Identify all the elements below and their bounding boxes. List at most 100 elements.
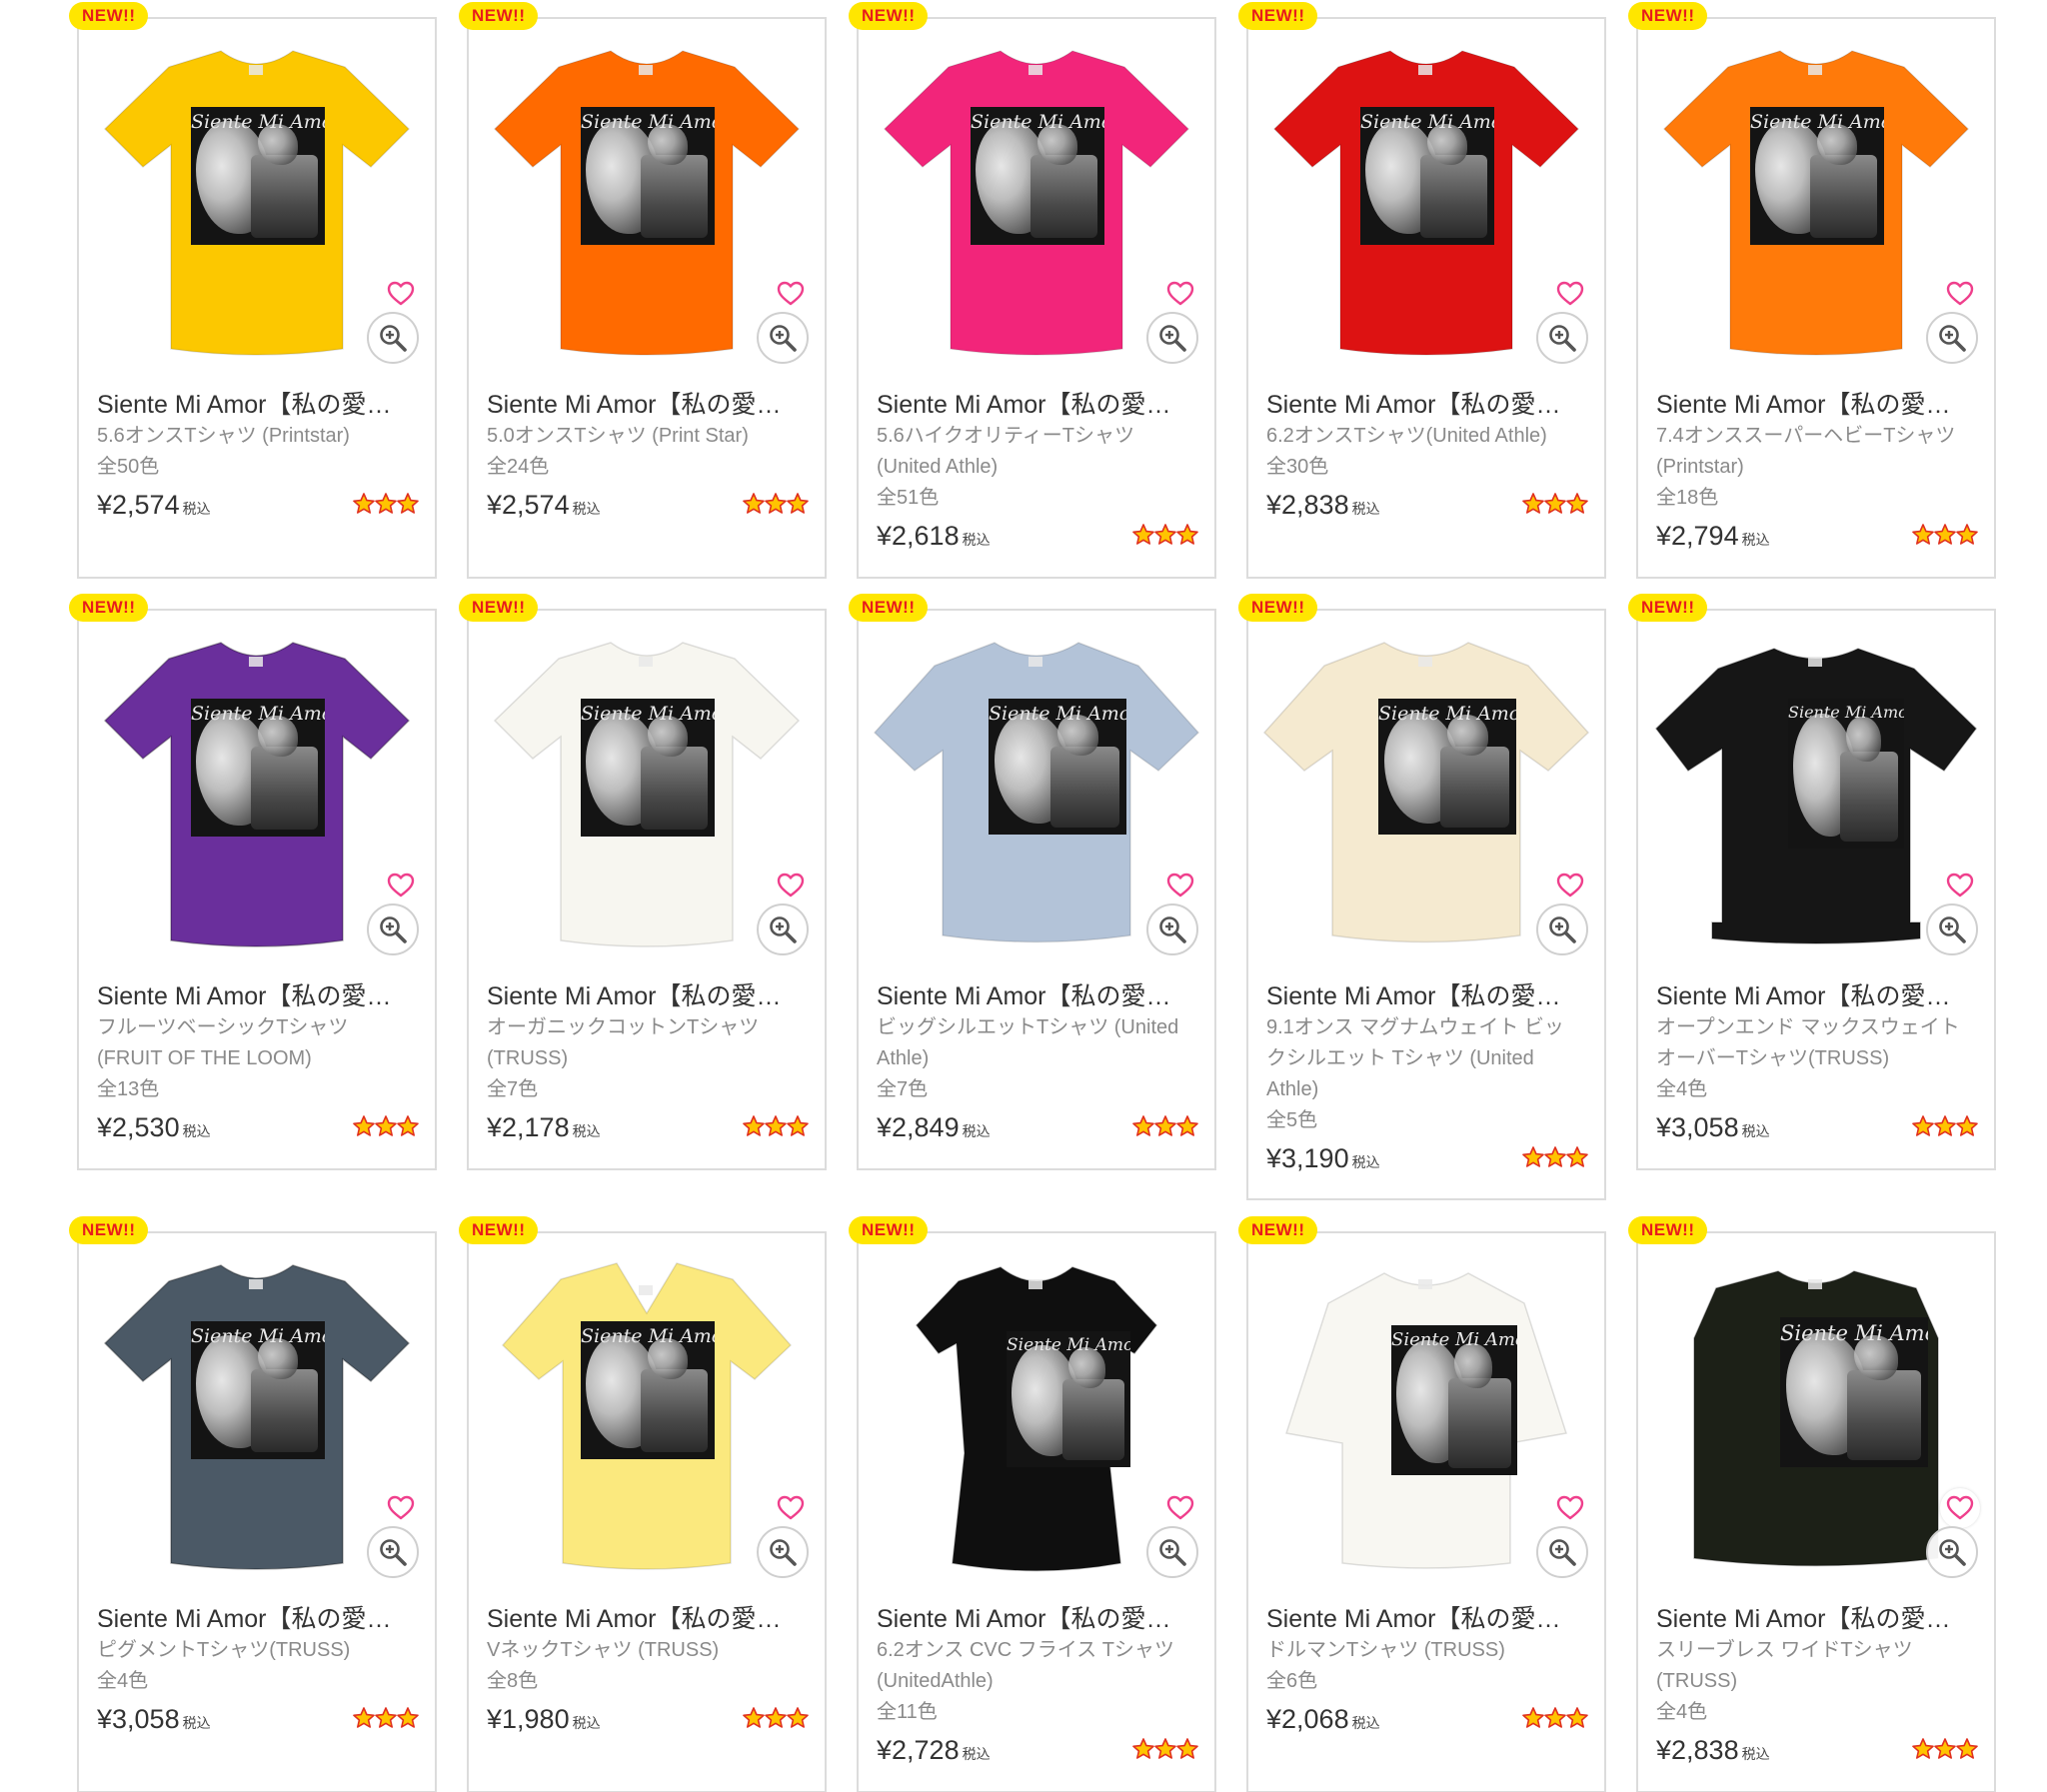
zoom-button[interactable]: [757, 903, 809, 955]
price-row: ¥2,728 税込: [877, 1730, 1198, 1770]
favorite-button[interactable]: [1940, 274, 1980, 314]
product-image[interactable]: Siente Mi Amor: [859, 1233, 1214, 1598]
zoom-button[interactable]: [1536, 903, 1588, 955]
favorite-button[interactable]: [1550, 866, 1590, 905]
zoom-button[interactable]: [1146, 1526, 1198, 1578]
favorite-button[interactable]: [1160, 274, 1200, 314]
product-card[interactable]: NEW!! Siente Mi Amor Siente Mi Amor【私の愛……: [849, 1216, 1216, 1792]
print-artwork: Siente Mi Amor: [581, 699, 715, 837]
favorite-button[interactable]: [1160, 1488, 1200, 1528]
product-title[interactable]: Siente Mi Amor【私の愛…: [1266, 1603, 1588, 1635]
zoom-button[interactable]: [1536, 312, 1588, 364]
product-image[interactable]: Siente Mi Amor: [79, 611, 435, 975]
rating-stars-icon: [353, 1707, 419, 1728]
product-image[interactable]: Siente Mi Amor: [1638, 1233, 1994, 1598]
product-subtitle-line: (FRUIT OF THE LOOM): [97, 1047, 312, 1069]
rating-stars-icon: [1912, 1115, 1978, 1136]
product-image[interactable]: Siente Mi Amor: [1638, 611, 1994, 975]
product-image[interactable]: Siente Mi Amor: [1248, 19, 1604, 384]
product-card[interactable]: NEW!! Siente Mi Amor Siente Mi Amor【私の愛……: [1238, 2, 1606, 579]
product-title[interactable]: Siente Mi Amor【私の愛…: [1656, 980, 1978, 1012]
product-card[interactable]: NEW!! Siente Mi Amor Siente Mi Amor【私の愛……: [1628, 1216, 1996, 1792]
product-card[interactable]: NEW!! Siente Mi Amor Siente Mi Amor【私の愛……: [69, 594, 437, 1170]
zoom-button[interactable]: [1926, 1526, 1978, 1578]
favorite-button[interactable]: [771, 866, 811, 905]
zoom-button[interactable]: [367, 312, 419, 364]
rating-stars-icon: [743, 1707, 809, 1728]
product-card[interactable]: NEW!! Siente Mi Amor Siente Mi Amor【私の愛……: [1238, 1216, 1606, 1792]
product-card[interactable]: NEW!! Siente Mi Amor Siente Mi Amor【私の愛……: [459, 594, 827, 1170]
product-image[interactable]: Siente Mi Amor: [79, 1233, 435, 1598]
product-card[interactable]: NEW!! Siente Mi Amor Siente Mi Amor【私の愛……: [1628, 2, 1996, 579]
favorite-button[interactable]: [381, 866, 421, 905]
color-count: 全50色: [97, 456, 160, 478]
product-card[interactable]: NEW!! Siente Mi Amor Siente Mi Amor【私の愛……: [459, 1216, 827, 1792]
product-subtitle-line: ドルマンTシャツ (TRUSS): [1266, 1639, 1505, 1661]
product-image[interactable]: Siente Mi Amor: [79, 19, 435, 384]
product-title[interactable]: Siente Mi Amor【私の愛…: [877, 980, 1198, 1012]
product-title[interactable]: Siente Mi Amor【私の愛…: [97, 389, 419, 421]
price: ¥2,574: [487, 490, 570, 520]
zoom-button[interactable]: [1926, 312, 1978, 364]
heart-icon: [1946, 1495, 1974, 1520]
zoom-button[interactable]: [1926, 903, 1978, 955]
product-title[interactable]: Siente Mi Amor【私の愛…: [487, 980, 809, 1012]
zoom-icon: [1939, 1539, 1966, 1566]
product-title[interactable]: Siente Mi Amor【私の愛…: [487, 389, 809, 421]
tax-label: 税込: [962, 532, 991, 548]
tax-label: 税込: [1351, 501, 1380, 517]
favorite-button[interactable]: [1550, 1488, 1590, 1528]
product-image[interactable]: Siente Mi Amor: [469, 1233, 825, 1598]
product-card[interactable]: NEW!! Siente Mi Amor Siente Mi Amor【私の愛……: [849, 594, 1216, 1170]
product-image[interactable]: Siente Mi Amor: [469, 611, 825, 975]
rating-stars-icon: [353, 493, 419, 514]
rating-stars-icon: [1522, 493, 1588, 514]
product-title[interactable]: Siente Mi Amor【私の愛…: [1266, 389, 1588, 421]
favorite-button[interactable]: [381, 274, 421, 314]
zoom-button[interactable]: [757, 312, 809, 364]
product-title[interactable]: Siente Mi Amor【私の愛…: [487, 1603, 809, 1635]
product-image[interactable]: Siente Mi Amor: [469, 19, 825, 384]
tax-label: 税込: [182, 1123, 211, 1139]
product-title[interactable]: Siente Mi Amor【私の愛…: [877, 1603, 1198, 1635]
product-card[interactable]: NEW!! Siente Mi Amor Siente Mi Amor【私の愛……: [69, 2, 437, 579]
product-subtitle-line: オープンエンド マックスウェイト: [1656, 1016, 1960, 1038]
product-subtitle: オープンエンド マックスウェイト オーバーTシャツ(TRUSS): [1656, 1012, 1978, 1074]
product-title[interactable]: Siente Mi Amor【私の愛…: [1266, 980, 1588, 1012]
favorite-button[interactable]: [1940, 1488, 1980, 1528]
print-artwork: Siente Mi Amor: [1750, 107, 1884, 245]
favorite-button[interactable]: [1550, 274, 1590, 314]
product-card[interactable]: NEW!! Siente Mi Amor Siente Mi Amor【私の愛……: [1628, 594, 1996, 1170]
heart-icon: [1946, 873, 1974, 897]
favorite-button[interactable]: [771, 274, 811, 314]
product-title[interactable]: Siente Mi Amor【私の愛…: [1656, 1603, 1978, 1635]
product-card[interactable]: NEW!! Siente Mi Amor Siente Mi Amor【私の愛……: [459, 2, 827, 579]
product-image[interactable]: Siente Mi Amor: [1248, 611, 1604, 975]
zoom-button[interactable]: [757, 1526, 809, 1578]
product-image[interactable]: Siente Mi Amor: [1248, 1233, 1604, 1598]
product-subtitle-line: (United Athle): [877, 456, 999, 478]
price-row: ¥3,058 税込: [97, 1699, 419, 1739]
zoom-button[interactable]: [1536, 1526, 1588, 1578]
print-artwork: Siente Mi Amor: [581, 1321, 715, 1459]
product-card[interactable]: NEW!! Siente Mi Amor Siente Mi Amor【私の愛……: [1238, 594, 1606, 1200]
product-title[interactable]: Siente Mi Amor【私の愛…: [877, 389, 1198, 421]
zoom-button[interactable]: [367, 903, 419, 955]
product-card[interactable]: NEW!! Siente Mi Amor Siente Mi Amor【私の愛……: [849, 2, 1216, 579]
zoom-button[interactable]: [367, 1526, 419, 1578]
product-title[interactable]: Siente Mi Amor【私の愛…: [1656, 389, 1978, 421]
favorite-button[interactable]: [1940, 866, 1980, 905]
product-card[interactable]: NEW!! Siente Mi Amor Siente Mi Amor【私の愛……: [69, 1216, 437, 1792]
product-title[interactable]: Siente Mi Amor【私の愛…: [97, 980, 419, 1012]
product-subtitle-line: (TRUSS): [487, 1047, 569, 1069]
favorite-button[interactable]: [1160, 866, 1200, 905]
product-image[interactable]: Siente Mi Amor: [859, 19, 1214, 384]
product-title[interactable]: Siente Mi Amor【私の愛…: [97, 1603, 419, 1635]
zoom-button[interactable]: [1146, 903, 1198, 955]
color-count: 全7色: [877, 1078, 929, 1100]
favorite-button[interactable]: [771, 1488, 811, 1528]
product-image[interactable]: Siente Mi Amor: [1638, 19, 1994, 384]
favorite-button[interactable]: [381, 1488, 421, 1528]
product-image[interactable]: Siente Mi Amor: [859, 611, 1214, 975]
zoom-button[interactable]: [1146, 312, 1198, 364]
